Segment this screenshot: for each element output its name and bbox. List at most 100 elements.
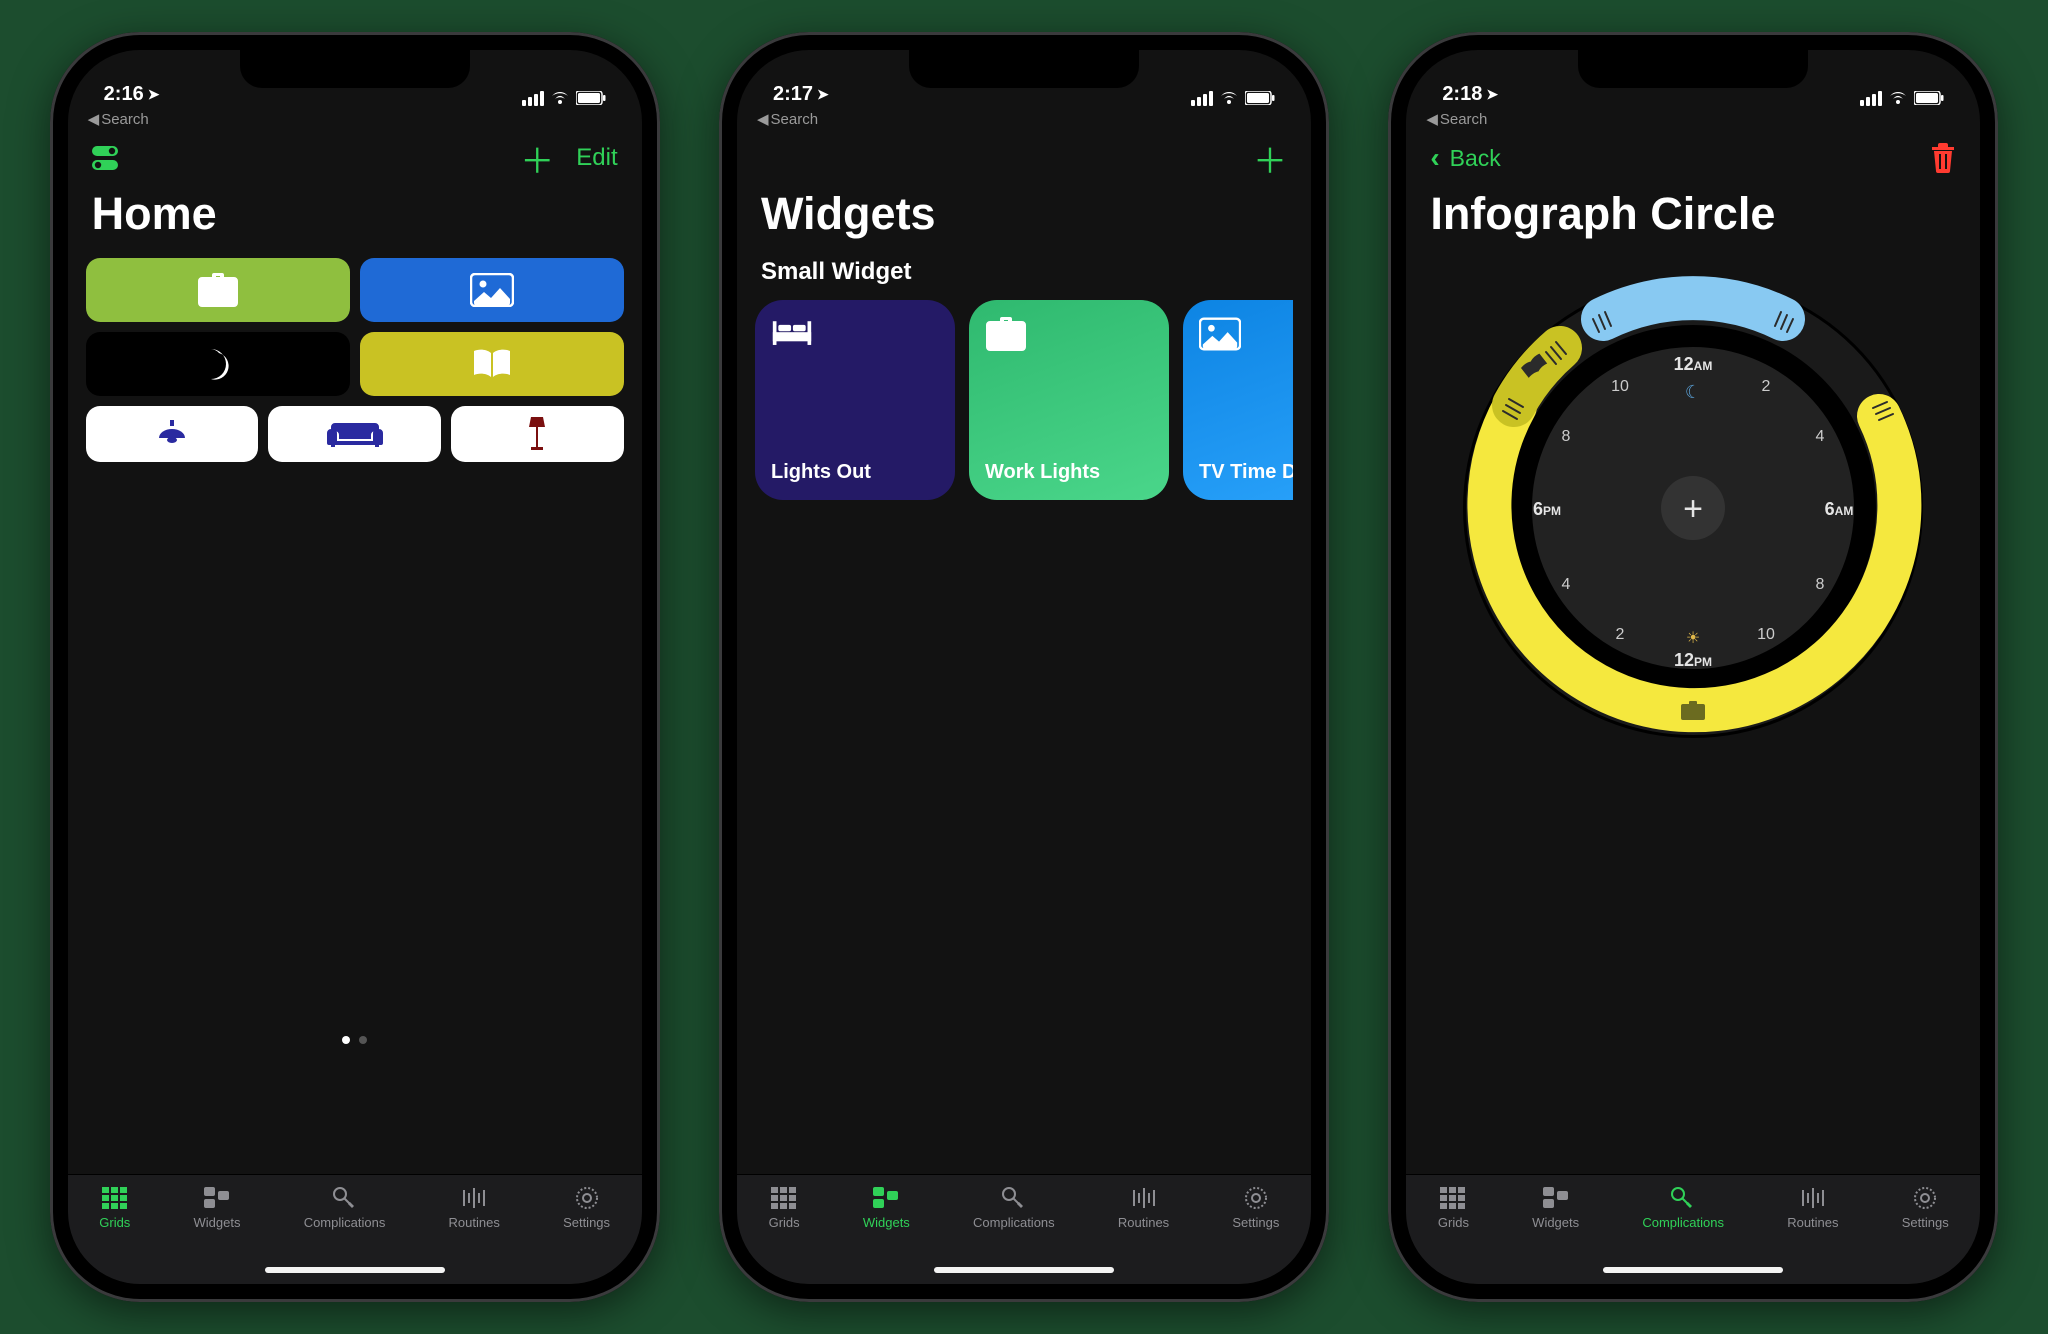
breadcrumb-back-search[interactable]: ◀ Search bbox=[1426, 110, 1487, 128]
wifi-icon bbox=[1218, 90, 1240, 106]
moon-icon bbox=[201, 347, 235, 381]
dial-tick-10pm: 10 bbox=[1611, 378, 1629, 395]
routines-icon bbox=[459, 1185, 489, 1211]
breadcrumb-back-search[interactable]: ◀ Search bbox=[88, 110, 149, 128]
tab-grids[interactable]: Grids bbox=[769, 1185, 800, 1230]
lamp-floor-icon bbox=[527, 417, 547, 451]
screen-complications: 2:18 ➤ ◀ Search ‹ Back Infograph Circle bbox=[1406, 50, 1980, 1284]
location-icon: ➤ bbox=[817, 86, 829, 103]
complications-icon bbox=[330, 1185, 360, 1211]
home-indicator[interactable] bbox=[265, 1267, 445, 1273]
wifi-icon bbox=[1887, 90, 1909, 106]
tile-floor-lamp[interactable] bbox=[451, 406, 624, 462]
widget-label: Work Lights bbox=[985, 461, 1153, 484]
page-dot bbox=[342, 1036, 350, 1044]
tile-night[interactable] bbox=[86, 332, 350, 396]
screen-widgets: 2:17 ➤ ◀ Search ＋ Widgets Small Widget bbox=[737, 50, 1311, 1284]
tab-label: Complications bbox=[973, 1215, 1055, 1230]
bed-icon bbox=[771, 316, 813, 352]
breadcrumb-back-search[interactable]: ◀ Search bbox=[757, 110, 818, 128]
tab-widgets[interactable]: Widgets bbox=[863, 1185, 910, 1230]
tab-settings[interactable]: Settings bbox=[563, 1185, 610, 1230]
couch-icon bbox=[325, 419, 385, 449]
tab-label: Settings bbox=[1232, 1215, 1279, 1230]
page-dot bbox=[359, 1036, 367, 1044]
dial-tick-8: 8 bbox=[1816, 576, 1825, 593]
battery-icon bbox=[576, 91, 606, 105]
notch bbox=[909, 50, 1139, 88]
tab-label: Routines bbox=[449, 1215, 500, 1230]
widgets-icon bbox=[202, 1185, 232, 1211]
location-icon: ➤ bbox=[148, 86, 160, 103]
widget-label: Lights Out bbox=[771, 461, 939, 484]
tile-work[interactable] bbox=[86, 258, 350, 322]
tile-ceiling-lamp[interactable] bbox=[86, 406, 259, 462]
moon-icon: ☾ bbox=[1685, 382, 1701, 402]
widget-work-lights[interactable]: Work Lights bbox=[969, 300, 1169, 500]
tab-settings[interactable]: Settings bbox=[1232, 1185, 1279, 1230]
edit-button[interactable]: Edit bbox=[576, 144, 617, 172]
widget-tv-time[interactable]: TV Time D bbox=[1183, 300, 1293, 500]
tab-widgets[interactable]: Widgets bbox=[194, 1185, 241, 1230]
tab-complications[interactable]: Complications bbox=[304, 1185, 386, 1230]
dial-tick-4: 4 bbox=[1816, 428, 1825, 445]
tile-picture[interactable] bbox=[360, 258, 624, 322]
tab-routines[interactable]: Routines bbox=[1118, 1185, 1169, 1230]
routines-icon bbox=[1798, 1185, 1828, 1211]
cellular-icon bbox=[1860, 91, 1882, 106]
notch bbox=[1578, 50, 1808, 88]
book-icon bbox=[472, 349, 512, 379]
sun-icon: ☀ bbox=[1686, 630, 1700, 647]
settings-icon bbox=[572, 1185, 602, 1211]
tab-label: Routines bbox=[1787, 1215, 1838, 1230]
picture-icon bbox=[470, 273, 514, 307]
tab-label: Grids bbox=[769, 1215, 800, 1230]
dial-tick-4pm: 4 bbox=[1562, 576, 1571, 593]
back-button[interactable]: ‹ Back bbox=[1430, 142, 1500, 174]
tab-routines[interactable]: Routines bbox=[449, 1185, 500, 1230]
status-time: 2:17 bbox=[773, 83, 813, 106]
widget-label: TV Time D bbox=[1199, 461, 1293, 484]
page-indicator bbox=[68, 1036, 642, 1044]
toggles-icon[interactable] bbox=[92, 144, 126, 172]
tab-widgets[interactable]: Widgets bbox=[1532, 1185, 1579, 1230]
page-title: Infograph Circle bbox=[1406, 182, 1980, 258]
add-button[interactable]: ＋ bbox=[520, 134, 554, 183]
tab-grids[interactable]: Grids bbox=[99, 1185, 130, 1230]
tab-label: Routines bbox=[1118, 1215, 1169, 1230]
widgets-icon bbox=[1541, 1185, 1571, 1211]
grid-icon bbox=[769, 1185, 799, 1211]
wifi-icon bbox=[549, 90, 571, 106]
home-indicator[interactable] bbox=[1603, 1267, 1783, 1273]
picture-icon bbox=[1199, 316, 1241, 352]
cellular-icon bbox=[522, 91, 544, 106]
tab-label: Grids bbox=[99, 1215, 130, 1230]
page-title: Home bbox=[68, 182, 642, 258]
infograph-dial[interactable]: + 12AM 12PM 6PM 6AM 2 4 8 10 2 4 8 10 bbox=[1453, 268, 1933, 748]
tab-settings[interactable]: Settings bbox=[1902, 1185, 1949, 1230]
arc-sleep[interactable] bbox=[1603, 298, 1783, 319]
home-indicator[interactable] bbox=[934, 1267, 1114, 1273]
tile-reading[interactable] bbox=[360, 332, 624, 396]
location-icon: ➤ bbox=[1486, 86, 1498, 103]
battery-icon bbox=[1245, 91, 1275, 105]
back-label: Back bbox=[1450, 145, 1501, 172]
tab-label: Widgets bbox=[863, 1215, 910, 1230]
tab-complications[interactable]: Complications bbox=[973, 1185, 1055, 1230]
section-heading: Small Widget bbox=[755, 258, 1293, 300]
tile-couch[interactable] bbox=[268, 406, 441, 462]
widget-lights-out[interactable]: Lights Out bbox=[755, 300, 955, 500]
dial-tick-2: 2 bbox=[1762, 378, 1771, 395]
battery-icon bbox=[1914, 91, 1944, 105]
plus-icon: + bbox=[1683, 490, 1703, 528]
tab-complications[interactable]: Complications bbox=[1642, 1185, 1724, 1230]
trash-icon[interactable] bbox=[1930, 143, 1956, 173]
add-button[interactable]: ＋ bbox=[1253, 134, 1287, 183]
tab-grids[interactable]: Grids bbox=[1438, 1185, 1469, 1230]
briefcase-icon bbox=[198, 273, 238, 307]
cellular-icon bbox=[1191, 91, 1213, 106]
status-time: 2:18 bbox=[1442, 83, 1482, 106]
status-icons bbox=[522, 90, 606, 106]
tab-routines[interactable]: Routines bbox=[1787, 1185, 1838, 1230]
dial-tick-8pm: 8 bbox=[1562, 428, 1571, 445]
